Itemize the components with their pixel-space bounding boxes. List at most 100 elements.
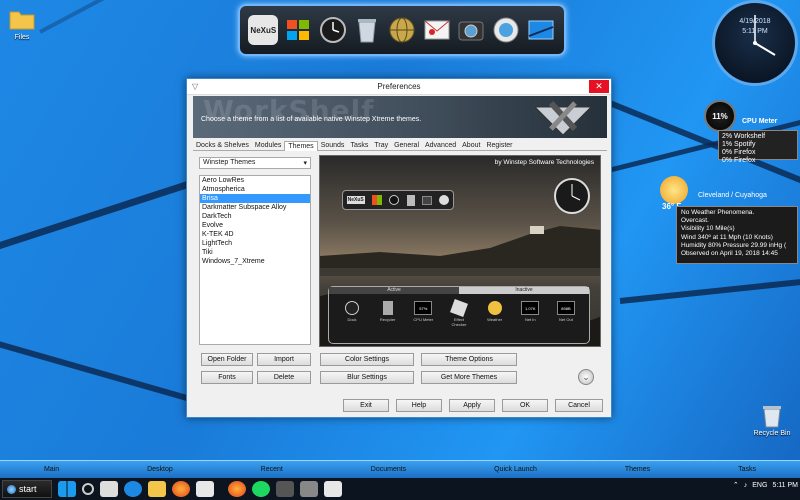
theme-list-item[interactable]: Atmospherica: [200, 185, 310, 194]
paint-icon[interactable]: [196, 481, 214, 497]
clock-widget[interactable]: 4/19/2018 5:11 PM: [712, 0, 798, 90]
windows-logo-icon[interactable]: [58, 481, 76, 497]
weather-line: Humidity 80% Pressure 29.99 inHg (: [681, 241, 787, 249]
dock-item-tasks[interactable]: Tasks: [738, 466, 756, 473]
theme-list-item[interactable]: Darkmatter Subspace Alloy: [200, 203, 310, 212]
spotify-icon[interactable]: [252, 481, 270, 497]
blur-settings-button[interactable]: Blur Settings: [320, 371, 414, 384]
theme-list-item[interactable]: Windows_7_Xtreme: [200, 257, 310, 266]
fonts-button[interactable]: Fonts: [201, 371, 253, 384]
cancel-button[interactable]: Cancel: [555, 399, 603, 412]
preview-slot: Effect Checker: [446, 299, 472, 339]
cpu-process: 1% Spotify: [722, 141, 756, 148]
nexus-logo-text: NeXuS: [250, 25, 277, 35]
wallpaper-stripe: [0, 330, 211, 408]
cpu-meter-icon: 57%: [414, 301, 433, 315]
theme-options-button[interactable]: Theme Options: [421, 353, 517, 366]
dock-item-documents[interactable]: Documents: [371, 466, 406, 473]
theme-list-item-selected[interactable]: Brisa: [200, 194, 310, 203]
show-desktop-icon[interactable]: [526, 15, 556, 45]
workshelf-icon[interactable]: [300, 481, 318, 497]
tab-modules[interactable]: Modules: [252, 141, 284, 150]
firefox-icon[interactable]: [172, 481, 190, 497]
clock-icon: [345, 301, 359, 315]
search-icon[interactable]: [82, 483, 94, 495]
help-button[interactable]: Help: [396, 399, 442, 412]
language-indicator[interactable]: ENG: [752, 482, 767, 489]
ok-button[interactable]: OK: [502, 399, 548, 412]
preview-slot-label: Weather: [487, 317, 503, 322]
task-view-icon[interactable]: [100, 481, 118, 497]
tab-about[interactable]: About: [459, 141, 483, 150]
preview-slot-value: 898B: [561, 306, 571, 311]
speaker-icon[interactable]: ♪: [744, 482, 748, 489]
window-titlebar[interactable]: ▽ Preferences ✕: [187, 79, 611, 95]
import-button[interactable]: Import: [257, 353, 311, 366]
weather-city: Cleveland / Cuyahoga: [698, 192, 767, 199]
desktop-icon-files[interactable]: Files: [0, 8, 44, 41]
tab-general[interactable]: General: [391, 141, 422, 150]
tab-tray[interactable]: Tray: [371, 141, 391, 150]
dock-item-main[interactable]: Main: [44, 466, 59, 473]
top-dock: NeXuS: [238, 4, 566, 56]
tab-register[interactable]: Register: [483, 141, 515, 150]
theme-list-item[interactable]: DarkTech: [200, 212, 310, 221]
close-button[interactable]: ✕: [589, 80, 609, 93]
delete-button[interactable]: Delete: [257, 371, 311, 384]
tray-clock[interactable]: 5:11 PM: [772, 482, 798, 489]
start-button[interactable]: start: [2, 480, 52, 498]
desktop-icon-recycle-bin[interactable]: Recycle Bin: [750, 404, 794, 437]
apply-button[interactable]: Apply: [449, 399, 495, 412]
tab-sounds[interactable]: Sounds: [318, 141, 348, 150]
firefox-icon[interactable]: [228, 481, 246, 497]
camera-icon[interactable]: [456, 15, 486, 45]
globe-icon[interactable]: [491, 15, 521, 45]
chevron-up-icon[interactable]: ⌃: [733, 481, 739, 489]
preview-slot: 1.07K Net In: [517, 299, 543, 339]
dock-item-recent[interactable]: Recent: [261, 466, 283, 473]
nexus-sphere-icon[interactable]: [387, 15, 417, 45]
dock-item-themes[interactable]: Themes: [625, 466, 650, 473]
taskbar: start ⌃ ♪ ENG 5:11 PM: [0, 478, 800, 500]
nexus-logo-icon[interactable]: NeXuS: [248, 15, 279, 45]
cpu-process: 0% Firefox: [722, 157, 756, 164]
theme-list-item[interactable]: K-TEK 4D: [200, 230, 310, 239]
theme-list[interactable]: Aero LowRes Atmospherica Brisa Darkmatte…: [199, 175, 311, 345]
theme-list-item[interactable]: Evolve: [200, 221, 310, 230]
edge-browser-icon[interactable]: [124, 481, 142, 497]
paint-icon[interactable]: [324, 481, 342, 497]
recycle-bin-icon[interactable]: [352, 15, 382, 45]
clock-icon[interactable]: [318, 15, 348, 45]
theme-source-select[interactable]: Winstep Themes ▾: [199, 157, 311, 169]
color-settings-button[interactable]: Color Settings: [320, 353, 414, 366]
exit-button[interactable]: Exit: [343, 399, 389, 412]
chevron-down-icon[interactable]: ⌄: [578, 369, 594, 385]
tab-themes[interactable]: Themes: [284, 141, 318, 151]
tab-docks-shelves[interactable]: Docks & Shelves: [193, 141, 252, 150]
tab-tasks[interactable]: Tasks: [347, 141, 371, 150]
weather-details: No Weather Phenomena. Overcast. Visibili…: [676, 206, 798, 264]
theme-source-value: Winstep Themes: [203, 159, 256, 166]
weather-widget[interactable]: 36° F Cleveland / Cuyahoga No Weather Ph…: [658, 176, 798, 264]
file-explorer-icon[interactable]: [148, 481, 166, 497]
tab-advanced[interactable]: Advanced: [422, 141, 459, 150]
theme-list-item[interactable]: LightTech: [200, 239, 310, 248]
open-folder-button[interactable]: Open Folder: [201, 353, 253, 366]
wallpaper-stripe: [39, 0, 236, 34]
theme-list-item[interactable]: Tiki: [200, 248, 310, 257]
clock-time: 5:11 PM: [742, 28, 768, 35]
cpu-meter-widget[interactable]: 11% CPU Meter 2% Workshelf 1% Spotify 0%…: [702, 100, 798, 164]
weather-line: Visibility 10 Mile(s): [681, 225, 735, 233]
dock-item-quick-launch[interactable]: Quick Launch: [494, 466, 537, 473]
weather-line: Overcast.: [681, 217, 709, 225]
mail-icon[interactable]: [422, 15, 452, 45]
get-more-themes-button[interactable]: Get More Themes: [421, 371, 517, 384]
photos-icon[interactable]: [276, 481, 294, 497]
weather-line: No Weather Phenomena.: [681, 209, 755, 216]
header-banner: WorkShelf Choose a theme from a list of …: [193, 96, 607, 138]
cpu-percent: 11%: [704, 100, 736, 132]
theme-list-item[interactable]: Aero LowRes: [200, 176, 310, 185]
dock-item-desktop[interactable]: Desktop: [147, 466, 173, 473]
recycle-bin-icon: [406, 194, 415, 206]
windows-logo-icon[interactable]: [283, 15, 313, 45]
